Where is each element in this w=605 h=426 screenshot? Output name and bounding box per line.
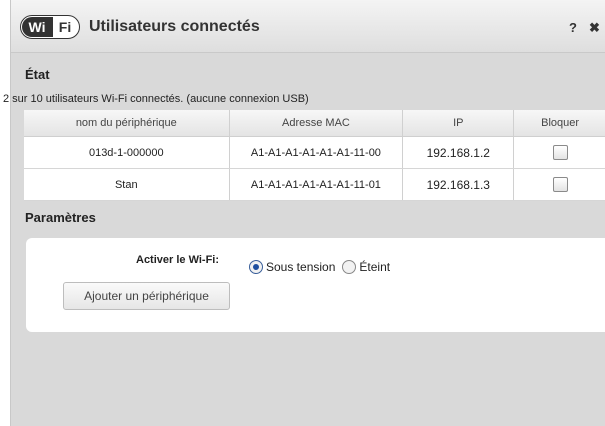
help-button[interactable]: ? xyxy=(569,20,577,35)
wifi-on-radio[interactable] xyxy=(249,259,263,274)
wifi-logo-icon: Wi Fi xyxy=(20,15,80,39)
mac-cell: A1-A1-A1-A1-A1-A1-11-01 xyxy=(229,168,404,201)
table-header-row: nom du périphérique Adresse MAC IP Bloqu… xyxy=(24,110,605,137)
status-summary: 2 sur 10 utilisateurs Wi-Fi connectés. (… xyxy=(3,93,309,105)
mac-cell: A1-A1-A1-A1-A1-A1-11-00 xyxy=(229,136,404,169)
table-row: Stan A1-A1-A1-A1-A1-A1-11-01 192.168.1.3 xyxy=(24,168,605,201)
connected-users-dialog: Wi Fi Utilisateurs connectés ? ✖ État 2 … xyxy=(3,0,605,426)
settings-section-title: Paramètres xyxy=(25,210,96,225)
wifi-on-label[interactable]: Sous tension xyxy=(266,260,335,274)
block-checkbox[interactable] xyxy=(552,145,568,160)
status-section-title: État xyxy=(25,67,50,82)
block-cell xyxy=(513,168,605,201)
wifi-toggle-label: Activer le Wi-Fi: xyxy=(136,254,220,266)
close-button[interactable]: ✖ xyxy=(589,20,600,36)
wifi-off-label[interactable]: Éteint xyxy=(359,260,390,274)
dialog-header: Wi Fi Utilisateurs connectés ? ✖ xyxy=(11,0,605,53)
column-header-ip: IP xyxy=(402,110,515,137)
block-cell xyxy=(513,136,605,169)
ip-cell: 192.168.1.3 xyxy=(402,168,515,201)
block-checkbox[interactable] xyxy=(552,177,568,192)
logo-text-wi: Wi xyxy=(29,19,46,35)
add-device-button[interactable]: Ajouter un périphérique xyxy=(63,282,230,310)
logo-text-fi: Fi xyxy=(59,19,71,35)
column-header-block: Bloquer xyxy=(513,110,605,137)
table-row: 013d-1-000000 A1-A1-A1-A1-A1-A1-11-00 19… xyxy=(24,136,605,169)
wifi-off-radio[interactable] xyxy=(342,259,357,274)
devices-table: nom du périphérique Adresse MAC IP Bloqu… xyxy=(24,110,605,201)
ip-cell: 192.168.1.2 xyxy=(402,136,515,169)
wifi-toggle-group: Sous tension Éteint xyxy=(249,259,397,274)
column-header-device-name: nom du périphérique xyxy=(24,110,230,137)
device-name-cell: Stan xyxy=(24,168,230,201)
column-header-mac: Adresse MAC xyxy=(229,110,404,137)
dialog-title: Utilisateurs connectés xyxy=(89,18,260,35)
device-name-cell: 013d-1-000000 xyxy=(24,136,230,169)
